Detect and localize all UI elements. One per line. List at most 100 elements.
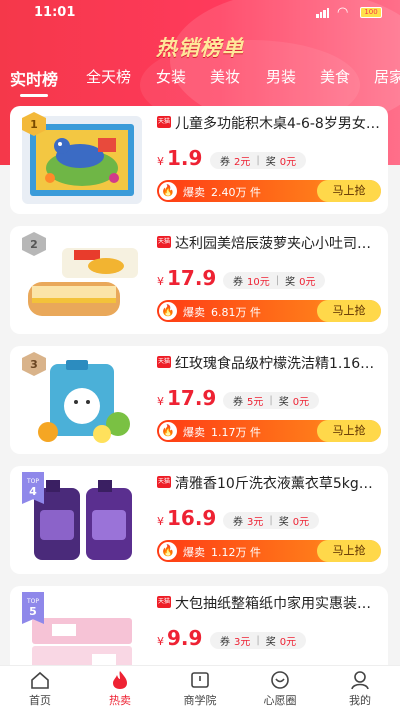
currency-symbol: ¥ — [157, 515, 164, 528]
tab-home[interactable]: 居家 — [374, 66, 400, 87]
reward-value: 0元 — [292, 397, 310, 408]
price-value: 17.9 — [167, 266, 217, 290]
coupon-value: 2元 — [234, 157, 251, 168]
coupon-reward-chip: 券 3元 | 奖 0元 — [210, 632, 307, 649]
tabbar-home[interactable]: 首页 — [10, 670, 70, 708]
reward-label: 奖 — [278, 397, 289, 408]
product-card[interactable]: 2 天猫 达利园美焙辰菠萝夹心小吐司早餐面包 ¥ 17.9 券10元 | 奖0元… — [10, 226, 388, 334]
product-title[interactable]: 清雅香10斤洗衣液薰衣草5kg香味持久 — [175, 473, 380, 493]
tab-womens[interactable]: 女装 — [156, 66, 186, 87]
buy-now-button[interactable]: 马上抢 — [317, 180, 381, 202]
coupon-label: 券 — [233, 277, 243, 288]
sales-bar: 🔥 爆卖 2.40万 件 马上抢 — [157, 180, 381, 202]
book-icon — [191, 672, 209, 688]
reward-value: 0元 — [299, 277, 316, 288]
tabbar-label: 商学院 — [183, 694, 217, 707]
signal-icon — [316, 7, 329, 18]
sold-count: 爆卖 1.17万 件 — [183, 426, 261, 439]
price-value: 9.9 — [167, 626, 203, 650]
product-price: ¥ 17.9 — [157, 266, 216, 290]
bottom-tab-bar: 首页 热卖 商学院 心愿圈 我的 — [0, 665, 400, 711]
product-price: ¥ 9.9 — [157, 626, 202, 650]
price-value: 17.9 — [167, 386, 217, 410]
sold-count: 爆卖 6.81万 件 — [183, 306, 261, 319]
home-icon — [31, 671, 49, 689]
product-card[interactable]: 3 天猫 红玫瑰食品级柠檬洗洁精1.168kg家用 ¥ 17.9 券5元 | 奖… — [10, 346, 388, 454]
reward-label: 奖 — [265, 157, 276, 168]
tmall-badge: 天猫 — [157, 236, 171, 248]
tab-all-day[interactable]: 全天榜 — [86, 66, 131, 87]
coupon-value: 10元 — [247, 277, 270, 288]
reward-value: 0元 — [279, 157, 297, 168]
tab-food[interactable]: 美食 — [320, 66, 350, 87]
page-title: 热销榜单 — [156, 36, 244, 60]
tabbar-academy[interactable]: 商学院 — [170, 670, 230, 708]
flame-icon: 🔥 — [159, 182, 177, 200]
wifi-icon: ◠ — [337, 5, 349, 20]
tabbar-label: 热卖 — [109, 694, 131, 707]
sold-count: 爆卖 2.40万 件 — [183, 186, 261, 199]
status-bar: 11:01 ◠ 100 — [0, 0, 400, 26]
tmall-badge: 天猫 — [157, 596, 171, 608]
reward-label: 奖 — [265, 637, 276, 648]
product-card[interactable]: 1 天猫 儿童多功能积木桌4-6-8岁男女孩玩具 ¥ 1.9 券2元 | 奖0元… — [10, 106, 388, 214]
flame-icon — [113, 671, 127, 689]
product-card[interactable]: TOP4 天猫 清雅香10斤洗衣液薰衣草5kg香味持久 ¥ 16.9 券3元 |… — [10, 466, 388, 574]
coupon-label: 券 — [233, 517, 243, 528]
currency-symbol: ¥ — [157, 635, 164, 648]
tmall-badge: 天猫 — [157, 476, 171, 488]
coupon-label: 券 — [233, 397, 243, 408]
status-time: 11:01 — [34, 5, 76, 20]
product-title[interactable]: 大包抽纸整箱纸巾家用实惠装餐巾纸 — [175, 593, 380, 613]
sales-bar: 🔥 爆卖 1.12万 件 马上抢 — [157, 540, 381, 562]
tabbar-mine[interactable]: 我的 — [330, 670, 390, 708]
user-icon — [351, 671, 369, 690]
coupon-value: 5元 — [247, 397, 264, 408]
tabbar-label: 心愿圈 — [263, 694, 297, 707]
tabbar-label: 我的 — [349, 694, 371, 707]
reward-label: 奖 — [285, 277, 296, 288]
coupon-reward-chip: 券 5元 | 奖 0元 — [223, 392, 320, 409]
flame-icon: 🔥 — [159, 302, 177, 320]
flame-icon: 🔥 — [159, 542, 177, 560]
product-title[interactable]: 达利园美焙辰菠萝夹心小吐司早餐面包 — [175, 233, 380, 253]
tab-beauty[interactable]: 美妆 — [210, 66, 240, 87]
coupon-value: 3元 — [247, 517, 264, 528]
flame-icon: 🔥 — [159, 422, 177, 440]
reward-label: 奖 — [278, 517, 289, 528]
price-value: 1.9 — [167, 146, 203, 170]
battery-icon: 100 — [360, 7, 382, 18]
tab-mens[interactable]: 男装 — [266, 66, 296, 87]
sales-bar: 🔥 爆卖 1.17万 件 马上抢 — [157, 420, 381, 442]
buy-now-button[interactable]: 马上抢 — [317, 420, 381, 442]
product-price: ¥ 17.9 — [157, 386, 216, 410]
coupon-label: 券 — [220, 637, 230, 648]
category-tabs: 实时榜 全天榜 女装 美妆 男装 美食 居家 — [0, 66, 400, 97]
buy-now-button[interactable]: 马上抢 — [317, 300, 381, 322]
reward-value: 0元 — [292, 517, 310, 528]
coupon-reward-chip: 券 10元 | 奖 0元 — [223, 272, 326, 289]
price-value: 16.9 — [167, 506, 217, 530]
heart-circle-icon — [271, 671, 289, 689]
currency-symbol: ¥ — [157, 395, 164, 408]
reward-value: 0元 — [279, 637, 297, 648]
coupon-value: 3元 — [234, 637, 251, 648]
product-price: ¥ 16.9 — [157, 506, 216, 530]
tmall-badge: 天猫 — [157, 116, 171, 128]
tabbar-hot-sale[interactable]: 热卖 — [90, 670, 150, 708]
sales-bar: 🔥 爆卖 6.81万 件 马上抢 — [157, 300, 381, 322]
tabbar-label: 首页 — [29, 694, 51, 707]
coupon-reward-chip: 券 2元 | 奖 0元 — [210, 152, 307, 169]
coupon-reward-chip: 券 3元 | 奖 0元 — [223, 512, 320, 529]
product-title[interactable]: 儿童多功能积木桌4-6-8岁男女孩玩具 — [175, 113, 380, 133]
product-price: ¥ 1.9 — [157, 146, 202, 170]
currency-symbol: ¥ — [157, 275, 164, 288]
product-title[interactable]: 红玫瑰食品级柠檬洗洁精1.168kg家用 — [175, 353, 380, 373]
tmall-badge: 天猫 — [157, 356, 171, 368]
tabbar-wish-circle[interactable]: 心愿圈 — [250, 670, 310, 708]
currency-symbol: ¥ — [157, 155, 164, 168]
tab-realtime[interactable]: 实时榜 — [10, 66, 58, 97]
buy-now-button[interactable]: 马上抢 — [317, 540, 381, 562]
coupon-label: 券 — [220, 157, 230, 168]
sold-count: 爆卖 1.12万 件 — [183, 546, 261, 559]
